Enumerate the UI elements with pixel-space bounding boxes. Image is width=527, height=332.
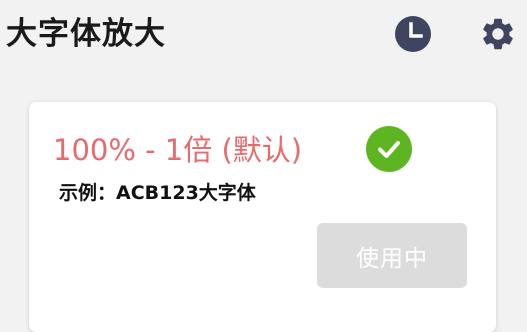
app-header: 大字体放大 [0,0,527,72]
sample-text: ACB123大字体 [116,182,256,204]
gear-icon [483,18,513,50]
sample-row: 示例：ACB123大字体 [59,178,256,208]
settings-button[interactable] [478,14,518,54]
font-size-option-card[interactable]: 100% - 1倍 (默认) 示例：ACB123大字体 使用中 [29,102,496,332]
option-title: 100% - 1倍 (默认) [53,133,303,167]
in-use-button[interactable]: 使用中 [317,223,467,288]
page-title: 大字体放大 [6,16,166,52]
history-clock-icon [395,16,431,52]
selected-badge [366,126,412,172]
sample-label: 示例： [59,182,117,204]
history-button[interactable] [393,14,433,54]
check-circle-icon [378,141,400,158]
